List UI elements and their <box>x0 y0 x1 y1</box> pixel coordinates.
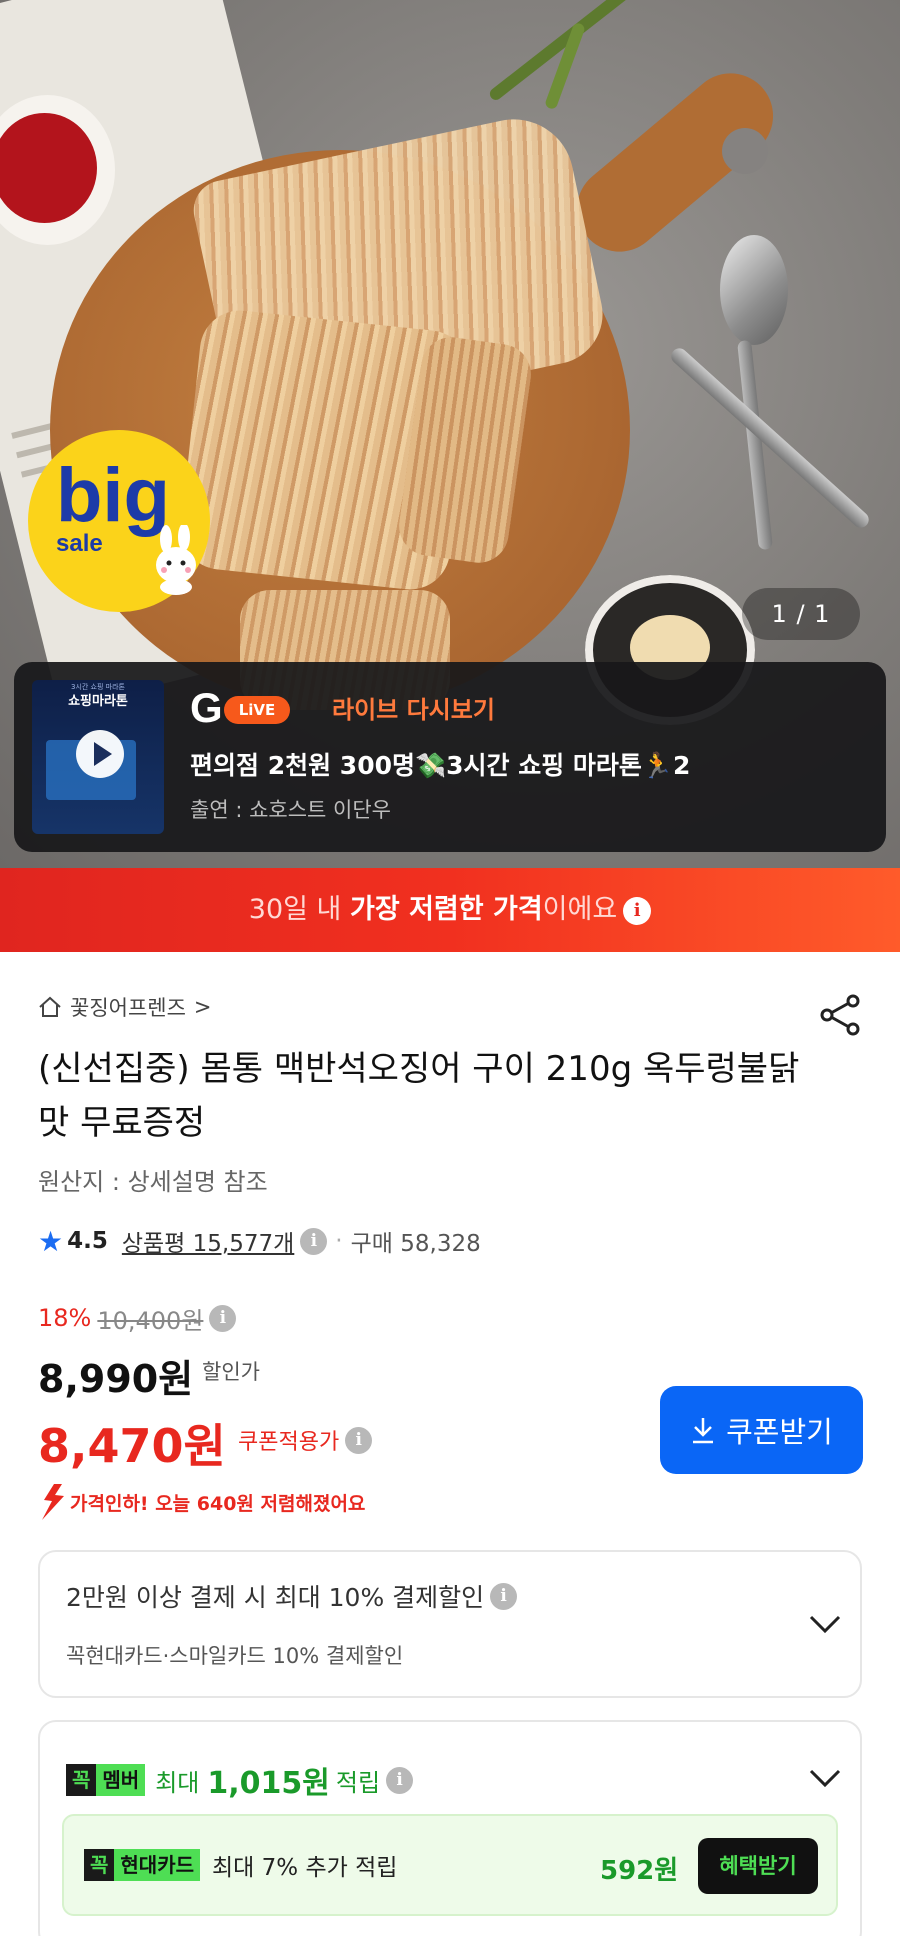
cutting-board-hole <box>722 128 768 174</box>
price-drop-note: 가격인하! 오늘 640원 저렴해졌어요 <box>38 1484 365 1520</box>
chevron-right-icon: > <box>193 995 212 1019</box>
get-benefit-button[interactable]: 혜택받기 <box>698 1838 818 1894</box>
member-accrue-label: 적립 <box>335 1768 381 1797</box>
purchase-count: 구매 58,328 <box>350 1231 481 1257</box>
info-icon[interactable]: i <box>490 1582 518 1610</box>
big-sale-sale-text: sale <box>56 530 103 557</box>
info-icon[interactable]: i <box>209 1304 237 1332</box>
discount-row: 18% 10,400원 i <box>38 1302 237 1335</box>
review-count-link[interactable]: 상품평 15,577개 <box>122 1224 294 1258</box>
hyundai-benefit-amount: 592원 <box>600 1856 679 1886</box>
ggok-member-badge: 꼭 멤버 <box>66 1764 146 1796</box>
share-icon[interactable] <box>818 992 864 1038</box>
product-image-carousel[interactable]: TOP SEI big sale 1 / 1 3시간 쇼핑 마라톤 쇼 <box>0 0 900 868</box>
bunny-icon <box>156 525 196 595</box>
hyundai-benefit-text: 최대 7% 추가 적립 <box>212 1855 398 1881</box>
original-price: 10,400원 <box>97 1306 204 1335</box>
banner-pre-text: 30일 내 <box>248 894 350 925</box>
banner-post-text: 이에요 <box>542 894 618 925</box>
lowest-price-banner: 30일 내 가장 저렴한 가격이에요 i <box>0 868 900 952</box>
store-breadcrumb[interactable]: 꽃징어프렌즈 > <box>38 992 212 1022</box>
product-origin: 원산지 : 상세설명 참조 <box>38 1168 268 1196</box>
rating-score: 4.5 <box>67 1228 108 1254</box>
hyundai-benefit-row: 꼭 현대카드 최대 7% 추가 적립 <box>84 1848 397 1882</box>
rating-row: ★ 4.5 상품평 15,577개 i · 구매 58,328 <box>38 1224 481 1258</box>
live-replay-card[interactable]: 3시간 쇼핑 마라톤 쇼핑마라톤 G LiVE 라이브 다시보기 편의점 2천원… <box>14 662 886 852</box>
ggok-badge-k: 꼭 <box>84 1849 115 1881</box>
carousel-page-counter: 1 / 1 <box>742 588 860 640</box>
live-rewatch-label[interactable]: 라이브 다시보기 <box>332 690 495 725</box>
price-drop-arrow-icon <box>42 1484 64 1520</box>
fork-image <box>668 345 872 531</box>
banner-strong-text: 가장 저렴한 가격 <box>349 894 543 925</box>
live-host: 출연 : 쇼호스트 이단우 <box>190 798 391 822</box>
store-name[interactable]: 꽃징어프렌즈 <box>70 992 186 1022</box>
member-max-label: 최대 <box>155 1768 200 1797</box>
hyundai-card-benefit: 꼭 현대카드 최대 7% 추가 적립 592원 혜택받기 <box>62 1814 838 1916</box>
coupon-price: 8,470원 <box>38 1419 226 1473</box>
coupon-price-label: 쿠폰적용가 i <box>238 1424 373 1456</box>
ggok-hyundai-badge: 꼭 현대카드 <box>84 1849 201 1881</box>
payment-discount-cards: 꼭현대카드·스마일카드 10% 결제할인 <box>66 1644 404 1668</box>
product-title: (신선집중) 몸통 맥반석오징어 구이 210g 옥두렁불닭맛 무료증정 <box>38 1049 800 1143</box>
info-icon[interactable]: i <box>623 896 652 925</box>
star-icon: ★ <box>38 1224 64 1258</box>
ggok-badge-v: 멤버 <box>96 1764 146 1796</box>
home-icon <box>39 996 61 1017</box>
chevron-down-icon[interactable] <box>808 1614 842 1634</box>
member-points-row: 꼭 멤버 최대 1,015원 적립 i <box>66 1758 414 1802</box>
info-icon[interactable]: i <box>300 1227 328 1255</box>
big-sale-big-text: big <box>56 453 170 538</box>
play-icon[interactable] <box>76 730 124 778</box>
price-drop-text: 가격인하! 오늘 640원 저렴해졌어요 <box>70 1492 366 1515</box>
glive-logo-g: G <box>190 684 223 731</box>
member-points-amount: 1,015원 <box>207 1766 330 1801</box>
payment-discount-text: 2만원 이상 결제 시 최대 10% 결제할인 <box>66 1583 485 1612</box>
member-points-card[interactable]: 꼭 멤버 최대 1,015원 적립 i 꼭 현대카드 최대 7% 추가 적립 592… <box>38 1720 862 1936</box>
live-title: 편의점 2천원 300명💸3시간 쇼핑 마라톤🏃2 <box>190 751 691 780</box>
spoon-image <box>720 235 788 345</box>
separator-dot: · <box>335 1228 343 1254</box>
chevron-down-icon[interactable] <box>808 1768 842 1788</box>
get-coupon-label: 쿠폰받기 <box>726 1415 833 1449</box>
info-icon[interactable]: i <box>386 1766 414 1794</box>
sale-price: 8,990원 <box>38 1357 194 1401</box>
thumbnail-title: 쇼핑마라톤 <box>68 694 128 709</box>
payment-discount-card[interactable]: 2만원 이상 결제 시 최대 10% 결제할인 i 꼭현대카드·스마일카드 10… <box>38 1550 862 1698</box>
coupon-price-label-text: 쿠폰적용가 <box>238 1430 340 1455</box>
discount-percent: 18% <box>38 1304 92 1332</box>
ggok-badge-k: 꼭 <box>66 1764 97 1796</box>
download-icon <box>693 1418 714 1444</box>
get-coupon-button[interactable]: 쿠폰받기 <box>660 1386 863 1474</box>
glive-logo-live: LiVE <box>224 696 290 724</box>
live-thumbnail[interactable]: 3시간 쇼핑 마라톤 쇼핑마라톤 <box>32 680 164 834</box>
ggok-badge-v: 현대카드 <box>114 1849 201 1881</box>
payment-discount-line: 2만원 이상 결제 시 최대 10% 결제할인 i <box>66 1578 518 1614</box>
sale-price-label: 할인가 <box>202 1360 260 1384</box>
info-icon[interactable]: i <box>345 1426 373 1454</box>
big-sale-badge: big sale <box>28 430 210 612</box>
